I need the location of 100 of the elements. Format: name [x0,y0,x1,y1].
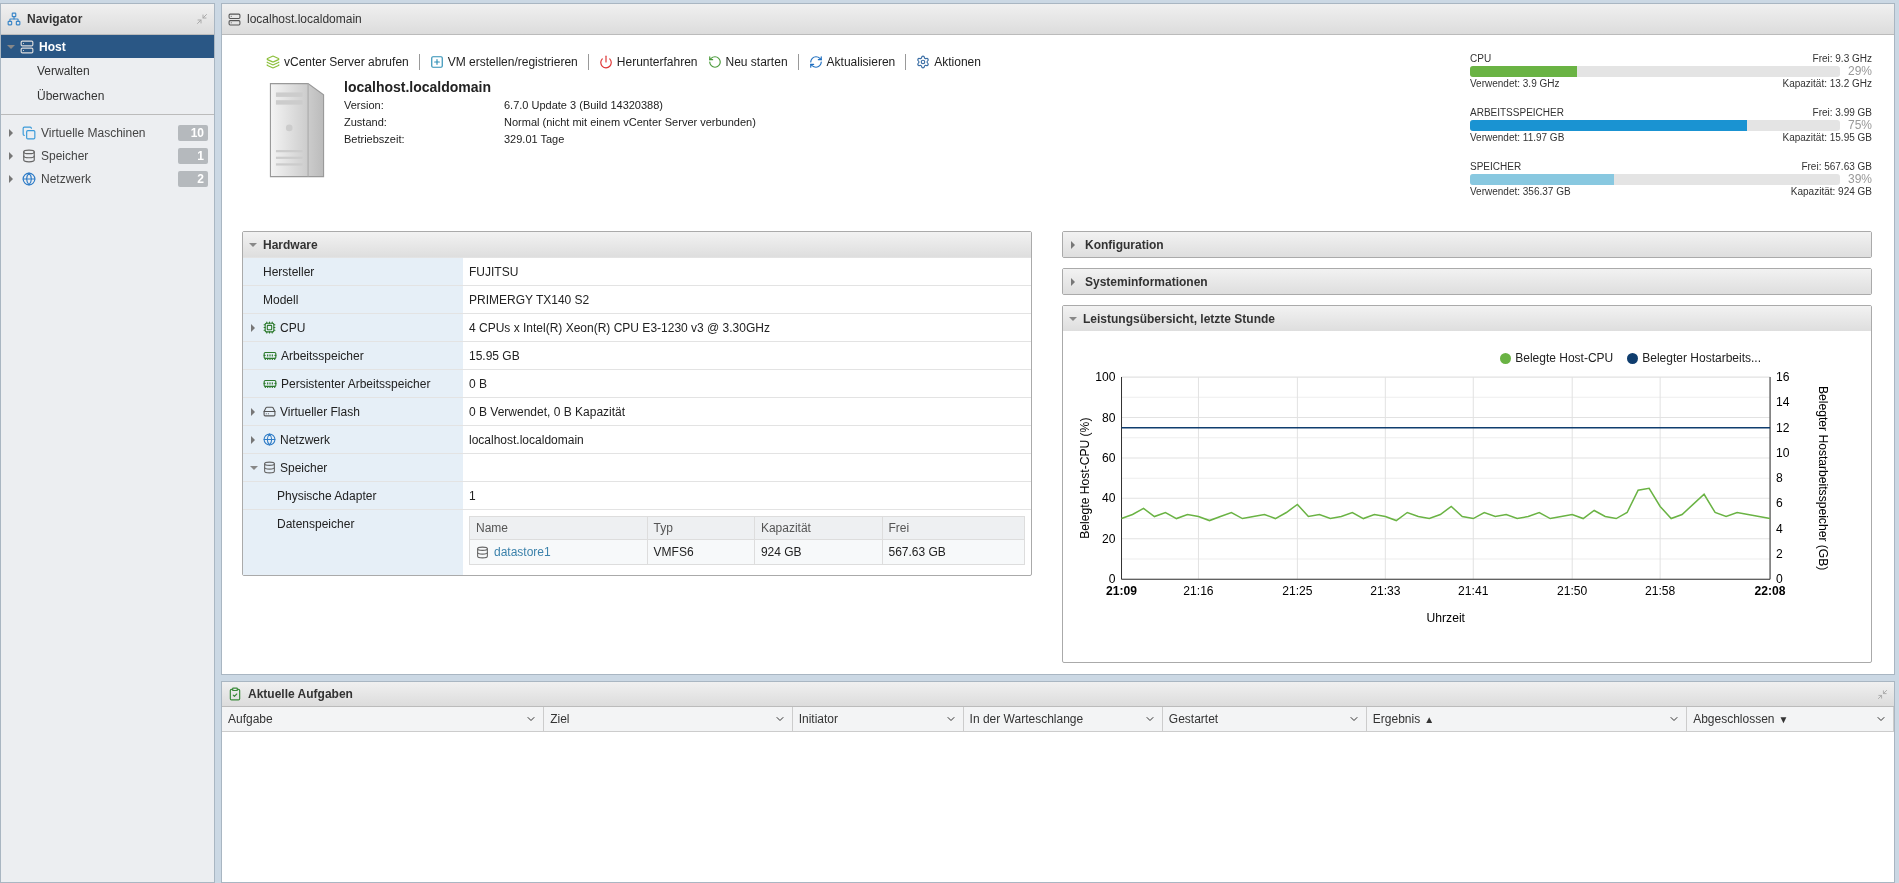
column-header[interactable]: Initiator [792,707,964,731]
table-cell: 567.63 GB [882,539,1025,565]
meter-percent: 75% [1847,118,1872,132]
nav-item[interactable]: Verwalten [1,58,214,83]
property-label: Version: [344,99,385,111]
y-axis-label: Belegter Hostarbeitsspeicher (GB) [1815,385,1830,571]
value-text: FUJITSU [469,264,519,279]
column-header[interactable]: Ergebnis ▲ [1366,707,1688,731]
column-label: Gestartet [1168,712,1219,726]
power-icon [598,55,613,69]
section-header[interactable]: Konfiguration [1063,232,1871,257]
x-tick-label: 21:50 [1557,584,1588,599]
toolbar-button[interactable]: Neu starten [707,53,788,71]
legend-label: Belegter Hostarbeits... [1642,351,1761,365]
toolbar-button[interactable]: Aktionen [916,53,981,71]
copy-icon [22,125,36,140]
square-plus-icon [429,55,444,69]
toolbar-button[interactable]: VM erstellen/registrieren [429,53,578,71]
y-tick-label: 12 [1776,420,1790,435]
nav-item[interactable]: Host [1,35,214,58]
server-icon [20,39,34,54]
y-tick-label: 20 [1101,531,1116,546]
column-header[interactable]: In der Warteschlange [963,707,1163,731]
rotate-icon [707,55,722,69]
section-header[interactable]: Leistungsübersicht, letzte Stunde [1063,306,1871,331]
y-tick-label: 6 [1776,496,1783,511]
toolbar-button[interactable]: vCenter Server abrufen [266,53,409,71]
value-text: PRIMERGY TX140 S2 [469,292,590,307]
toolbar-button[interactable]: Herunterfahren [598,53,698,71]
toolbar-button[interactable]: Aktualisieren [808,53,896,71]
y-tick-label: 0 [1776,572,1783,587]
nav-item[interactable]: Virtuelle Maschinen 10 [1,121,214,144]
x-axis-label: Uhrzeit [1426,610,1465,625]
meter-free: Frei: 3.99 GB [1812,107,1872,118]
chip-icon [263,321,276,334]
label-cell: Netzwerk [243,426,463,453]
column-header: Frei [882,516,1025,540]
label-cell: Persistenter Arbeitsspeicher [243,370,463,397]
panel-title: Aktuelle Aufgaben [248,687,353,701]
panel-title: Navigator [27,12,83,26]
y-tick-label: 8 [1776,471,1783,486]
y-tick-label: 10 [1776,445,1790,460]
nav-item[interactable]: Netzwerk 2 [1,167,214,190]
meter-label: CPU [1470,53,1492,64]
label-cell: Physische Adapter [243,482,463,509]
column-label: Ziel [550,712,570,726]
y-tick-label: 100 [1095,370,1116,385]
label-cell: Datenspeicher [243,510,463,575]
label-cell: Arbeitsspeicher [243,342,463,369]
column-header: Name [469,516,648,540]
sort-indicator: ▲ [1424,713,1435,725]
x-tick-label: 21:09 [1106,584,1137,599]
settings-icon [916,55,931,69]
column-label: Initiator [798,712,838,726]
column-label: Abgeschlossen [1693,712,1775,726]
layers-icon [266,55,280,69]
column-header[interactable]: Aufgabe [222,707,545,731]
x-tick-label: 22:08 [1754,584,1786,599]
meter-used: Verwendet: 11.97 GB [1470,132,1565,143]
label-cell: Virtueller Flash [243,398,463,425]
meter-free: Frei: 567.63 GB [1801,161,1872,172]
datastore-link[interactable]: datastore1 [494,545,551,559]
nav-item[interactable]: Überwachen [1,83,214,108]
meter-free: Frei: 9.3 GHz [1812,53,1872,64]
meter-percent: 39% [1847,172,1872,186]
meter-capacity: Kapazität: 13.2 GHz [1782,78,1872,89]
column-header[interactable]: Abgeschlossen ▼ [1687,707,1894,731]
meter-label: SPEICHER [1470,161,1522,172]
count-badge: 10 [178,124,208,141]
column-label: In der Warteschlange [969,712,1084,726]
sort-indicator: ▼ [1778,713,1789,725]
nav-item[interactable]: Speicher 1 [1,144,214,167]
x-tick-label: 21:16 [1183,584,1214,599]
section-header[interactable]: Systeminformationen [1063,269,1871,294]
column-header: Typ [647,516,755,540]
count-badge: 2 [178,170,208,187]
database-icon [22,148,36,163]
globe-icon [263,433,276,446]
column-header[interactable]: Gestartet [1162,707,1367,731]
x-tick-label: 21:58 [1645,584,1676,599]
value-text: 15.95 GB [469,348,520,363]
column-header[interactable]: Ziel [544,707,793,731]
table-cell: 924 GB [754,539,882,565]
refresh-icon [808,55,823,69]
x-tick-label: 21:25 [1282,584,1313,599]
x-tick-label: 21:33 [1370,584,1401,599]
count-badge: 1 [178,147,208,164]
y-tick-label: 60 [1101,451,1116,465]
meter-capacity: Kapazität: 924 GB [1790,186,1872,197]
value-text: 0 B Verwendet, 0 B Kapazität [469,404,626,419]
section-header[interactable]: Hardware [243,232,1031,257]
column-header: Kapazität [754,516,882,540]
y-tick-label: 80 [1101,410,1116,425]
meter-percent: 29% [1847,64,1872,78]
x-tick-label: 21:41 [1458,584,1489,599]
property-value: 6.7.0 Update 3 (Build 14320388) [504,99,664,111]
value-text: localhost.localdomain [469,432,584,447]
label-cell: Modell [243,286,463,313]
column-label: Aufgabe [228,712,273,726]
value-text: 0 B [469,376,487,391]
